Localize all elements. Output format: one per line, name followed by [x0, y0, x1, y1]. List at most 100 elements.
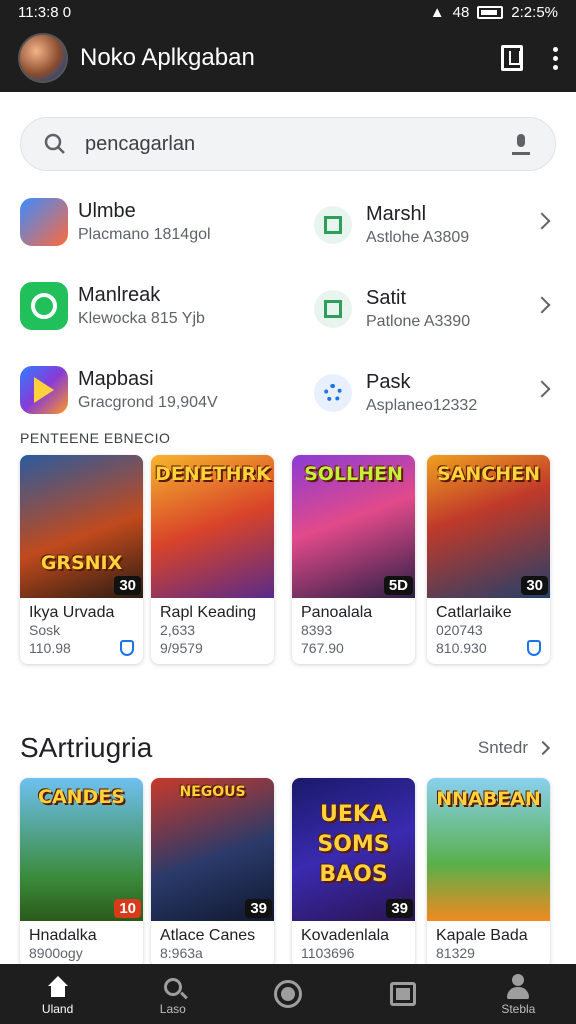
nav-home[interactable]: Uland [18, 972, 98, 1016]
nav-profile[interactable]: Stebla [478, 972, 558, 1016]
card-name: Hnadalka [29, 927, 97, 944]
game-card[interactable]: NEGOUS 39 Atlace Canes 8:963a [151, 778, 274, 968]
nav-label: Stebla [501, 1002, 536, 1016]
mic-icon[interactable] [509, 132, 533, 156]
game-thumbnail: NNABEAN [427, 778, 550, 921]
check-square-icon [314, 290, 352, 328]
status-time: 11:3:8 0 [18, 3, 72, 21]
app-sub: Patlone A3390 [366, 313, 471, 330]
search-input[interactable]: pencagarlan [85, 133, 509, 156]
app-bar: Noko Aplkgaban [0, 24, 576, 92]
chevron-right-icon[interactable] [533, 296, 551, 314]
card-name: Kapale Bada [436, 927, 528, 944]
search-bar[interactable]: pencagarlan [20, 117, 556, 171]
card-meta: 110.98 [29, 640, 71, 656]
square-icon [390, 982, 417, 1006]
card-name: Kovadenlala [301, 927, 390, 944]
age-badge: 30 [521, 576, 548, 595]
app-item-satit[interactable]: Satit Patlone A3390 [314, 285, 470, 333]
avatar[interactable] [18, 33, 68, 83]
nav-label: Laso [159, 1002, 186, 1016]
game-thumbnail: SANCHEN 30 [427, 455, 550, 598]
card-sub: 8900ogy [29, 945, 83, 961]
card-name: Atlace Canes [160, 927, 256, 944]
card-name: Rapl Keading [160, 604, 257, 621]
card-sub: 8:963a [160, 945, 203, 961]
app-name: Ulmbe [78, 200, 136, 222]
card-sub: 2,633 [160, 622, 196, 638]
age-badge: 30 [114, 576, 141, 595]
card-meta: 9/9579 [160, 640, 203, 656]
nav-square[interactable] [363, 979, 443, 1009]
age-badge: 10 [114, 899, 141, 918]
game-card[interactable]: CANDES 10 Hnadalka 8900ogy [20, 778, 143, 968]
search-icon [163, 978, 182, 996]
thumbnail-title: GRSNIX [40, 552, 123, 574]
section-label: PENTEENE EBNECIO [20, 430, 171, 446]
age-badge: 39 [245, 899, 272, 918]
card-sub: 020743 [436, 622, 483, 638]
app-item-ulmbe[interactable]: Ulmbe Placmano 1814gol [20, 198, 211, 246]
app-sub: Gracgrond 19,904V [78, 394, 218, 411]
age-badge: 39 [386, 899, 413, 918]
thumbnail-title: DENETHRK [155, 463, 271, 485]
game-card[interactable]: NNABEAN Kapale Bada 81329 [427, 778, 550, 968]
thumbnail-title: SANCHEN [436, 463, 540, 485]
thumbnail-title: SOLLHEN [304, 463, 403, 485]
card-meta: 767.90 [301, 640, 344, 656]
app-name: Pask [366, 371, 411, 393]
app-item-manlreak[interactable]: Manlreak Klewocka 815 Yjb [20, 282, 205, 330]
search-icon [44, 133, 65, 154]
app-sub: Placmano 1814gol [78, 226, 211, 243]
app-item-mapbasi[interactable]: Mapbasi Gracgrond 19,904V [20, 366, 218, 414]
game-thumbnail: SOLLHEN 5D [292, 455, 415, 598]
game-card[interactable]: GRSNIX 30 Ikya Urvada Sosk 110.98 [20, 455, 143, 664]
card-name: Catlarlaike [436, 604, 512, 621]
home-icon [45, 976, 71, 998]
game-card[interactable]: SANCHEN 30 Catlarlaike 020743 810.930 [427, 455, 550, 664]
game-thumbnail: DENETHRK [151, 455, 274, 598]
battery-text: 2:2:5% [511, 3, 558, 21]
chevron-right-icon [535, 740, 551, 756]
game-thumbnail: GRSNIX 30 [20, 455, 143, 598]
app-item-marshl[interactable]: Marshl Astlohe A3809 [314, 201, 469, 249]
game-card[interactable]: SOLLHEN 5D Panoalala 8393 767.90 [292, 455, 415, 664]
card-sub: 81329 [436, 945, 475, 961]
chevron-right-icon[interactable] [533, 380, 551, 398]
chevron-right-icon[interactable] [533, 212, 551, 230]
app-name: Mapbasi [78, 368, 154, 390]
wifi-icon: ▲ [429, 3, 445, 21]
thumbnail-title: CANDES [38, 786, 125, 808]
app-title: Noko Aplkgaban [80, 44, 255, 71]
circle-icon [273, 980, 302, 1008]
game-card[interactable]: UEKA SOMS BAOS 39 Kovadenlala 1103696 [292, 778, 415, 968]
nav-circle[interactable] [248, 979, 328, 1009]
see-more-label: Sntedr [477, 738, 528, 757]
more-options-icon[interactable] [553, 46, 558, 70]
game-card[interactable]: DENETHRK Rapl Keading 2,633 9/9579 [151, 455, 274, 664]
section-title: SArtriugria [20, 732, 153, 763]
app-sub: Asplaneo12332 [366, 397, 478, 414]
app-name: Marshl [366, 203, 427, 225]
profile-icon [506, 974, 530, 1000]
game-thumbnail: CANDES 10 [20, 778, 143, 921]
app-item-pask[interactable]: Pask Asplaneo12332 [314, 369, 477, 417]
app-sub: Astlohe A3809 [366, 229, 470, 246]
check-square-icon [314, 206, 352, 244]
status-bar: 11:3:8 0 ▲ 48 2:2:5% [0, 0, 576, 24]
bottom-nav: Uland Laso Stebla [0, 964, 576, 1024]
gear-icon [314, 374, 352, 412]
see-more-link[interactable]: Sntedr [477, 738, 551, 758]
book-icon[interactable] [501, 45, 523, 71]
green-app-icon [20, 282, 68, 330]
age-badge: 5D [383, 576, 413, 595]
app-name: Manlreak [78, 284, 161, 306]
game-thumbnail: UEKA SOMS BAOS 39 [292, 778, 415, 921]
nav-label: Uland [41, 1002, 74, 1016]
thumbnail-title: NNABEAN [436, 788, 541, 810]
nav-search[interactable]: Laso [133, 972, 213, 1016]
thumbnail-title: UEKA SOMS BAOS [317, 802, 390, 887]
app-name: Satit [366, 287, 407, 309]
signal-text: 48 [452, 3, 470, 21]
thumbnail-title: NEGOUS [179, 784, 246, 800]
